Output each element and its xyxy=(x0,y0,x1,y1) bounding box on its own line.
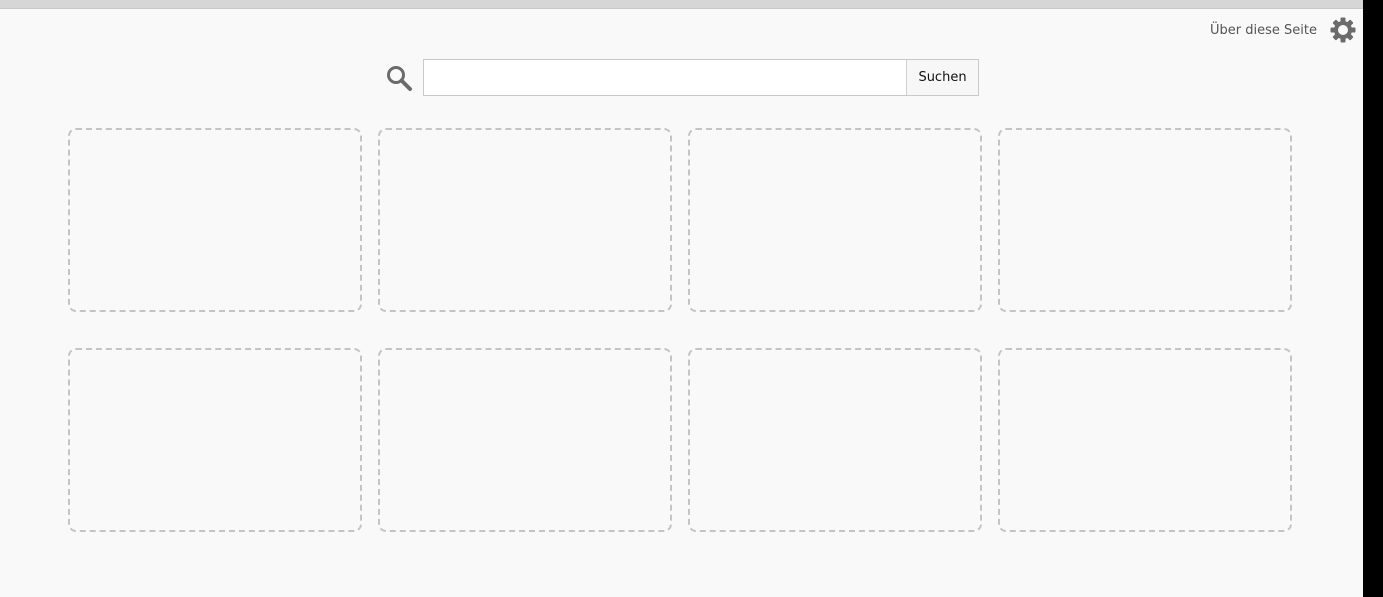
tile-5[interactable] xyxy=(68,348,362,532)
search-button[interactable]: Suchen xyxy=(906,60,978,95)
top-strip xyxy=(0,0,1363,9)
search-icon xyxy=(387,66,412,91)
tile-2[interactable] xyxy=(378,128,672,312)
tile-3[interactable] xyxy=(688,128,982,312)
tile-6[interactable] xyxy=(378,348,672,532)
tile-1[interactable] xyxy=(68,128,362,312)
window-edge xyxy=(1363,0,1383,597)
tile-4[interactable] xyxy=(998,128,1292,312)
search-form: Suchen xyxy=(423,59,979,96)
search-input[interactable] xyxy=(424,60,906,95)
new-tab-page: Über diese Seite Suchen xyxy=(0,0,1363,597)
tile-8[interactable] xyxy=(998,348,1292,532)
about-page-link[interactable]: Über diese Seite xyxy=(1210,23,1317,38)
gear-icon[interactable] xyxy=(1329,16,1357,44)
tile-7[interactable] xyxy=(688,348,982,532)
